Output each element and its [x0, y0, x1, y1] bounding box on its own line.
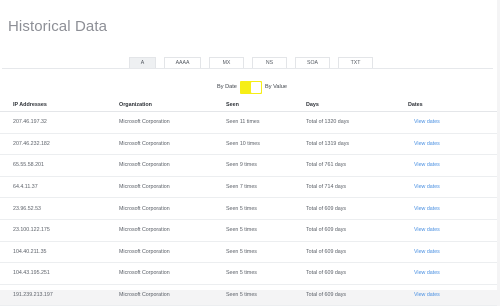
ip-address: 104.40.211.35 — [0, 241, 119, 264]
ip-address: 207.46.232.182 — [0, 133, 119, 156]
historical-data-panel: Historical Data A AAAA MX NS SOA TXT By … — [0, 0, 500, 306]
seen-count: Seen 5 times — [226, 284, 306, 306]
days-total: Total of 714 days — [306, 176, 408, 199]
ip-address: 207.46.197.32 — [0, 111, 119, 134]
sort-switch[interactable] — [240, 81, 262, 94]
table-header-row: IP Addresses Organization Seen Days Date… — [0, 98, 497, 112]
days-total: Total of 1320 days — [306, 111, 408, 134]
col-header-ip: IP Addresses — [0, 98, 119, 112]
seen-count: Seen 5 times — [226, 241, 306, 264]
organization: Microsoft Corporation — [119, 262, 226, 285]
ip-address: 104.43.195.251 — [0, 262, 119, 285]
view-dates-link[interactable]: View dates — [408, 270, 440, 276]
seen-count: Seen 9 times — [226, 154, 306, 177]
organization: Microsoft Corporation — [119, 111, 226, 134]
col-header-organization: Organization — [119, 98, 226, 112]
organization: Microsoft Corporation — [119, 241, 226, 264]
view-dates-link[interactable]: View dates — [408, 206, 440, 212]
days-total: Total of 609 days — [306, 197, 408, 220]
table-row: 104.40.211.35 Microsoft Corporation Seen… — [0, 241, 497, 264]
seen-count: Seen 11 times — [226, 111, 306, 134]
days-total: Total of 609 days — [306, 262, 408, 285]
by-value-label[interactable]: By Value — [265, 84, 287, 90]
historical-records-table: IP Addresses Organization Seen Days Date… — [0, 98, 497, 306]
view-dates-link[interactable]: View dates — [408, 184, 440, 190]
organization: Microsoft Corporation — [119, 176, 226, 199]
table-row: 23.100.122.175 Microsoft Corporation See… — [0, 219, 497, 242]
organization: Microsoft Corporation — [119, 284, 226, 306]
table-row: 65.55.58.201 Microsoft Corporation Seen … — [0, 154, 497, 177]
view-dates-link[interactable]: View dates — [408, 249, 440, 255]
organization: Microsoft Corporation — [119, 154, 226, 177]
table-row: 207.46.197.32 Microsoft Corporation Seen… — [0, 111, 497, 134]
ip-address: 23.96.52.53 — [0, 197, 119, 220]
seen-count: Seen 7 times — [226, 176, 306, 199]
organization: Microsoft Corporation — [119, 197, 226, 220]
seen-count: Seen 5 times — [226, 219, 306, 242]
seen-count: Seen 5 times — [226, 262, 306, 285]
organization: Microsoft Corporation — [119, 133, 226, 156]
view-dates-link[interactable]: View dates — [408, 162, 440, 168]
page-title: Historical Data — [8, 18, 108, 35]
days-total: Total of 1319 days — [306, 133, 408, 156]
table-row: 64.4.11.37 Microsoft Corporation Seen 7 … — [0, 176, 497, 199]
table-row: 104.43.195.251 Microsoft Corporation See… — [0, 262, 497, 285]
ip-address: 191.239.213.197 — [0, 284, 119, 306]
col-header-seen: Seen — [226, 98, 306, 112]
ip-address: 65.55.58.201 — [0, 154, 119, 177]
days-total: Total of 609 days — [306, 241, 408, 264]
sort-toggle: By Date By Value — [0, 81, 500, 95]
table-row: 207.46.232.182 Microsoft Corporation See… — [0, 133, 497, 156]
view-dates-link[interactable]: View dates — [408, 292, 440, 298]
table-row: 191.239.213.197 Microsoft Corporation Se… — [0, 284, 497, 306]
seen-count: Seen 5 times — [226, 197, 306, 220]
table-row: 23.96.52.53 Microsoft Corporation Seen 5… — [0, 197, 497, 220]
col-header-days: Days — [306, 98, 408, 112]
days-total: Total of 609 days — [306, 284, 408, 306]
col-header-dates: Dates — [408, 98, 497, 112]
view-dates-link[interactable]: View dates — [408, 227, 440, 233]
days-total: Total of 761 days — [306, 154, 408, 177]
days-total: Total of 609 days — [306, 219, 408, 242]
by-date-label[interactable]: By Date — [217, 84, 237, 90]
seen-count: Seen 10 times — [226, 133, 306, 156]
view-dates-link[interactable]: View dates — [408, 141, 440, 147]
ip-address: 23.100.122.175 — [0, 219, 119, 242]
ip-address: 64.4.11.37 — [0, 176, 119, 199]
tabs-divider — [2, 68, 493, 69]
organization: Microsoft Corporation — [119, 219, 226, 242]
switch-knob[interactable] — [251, 82, 261, 93]
view-dates-link[interactable]: View dates — [408, 119, 440, 125]
